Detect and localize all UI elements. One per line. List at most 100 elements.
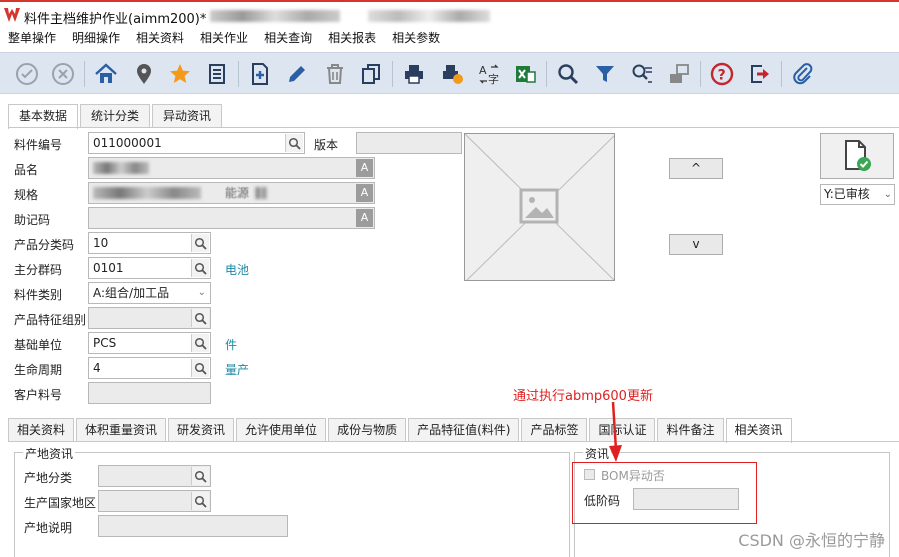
lookup-icon[interactable] [191, 234, 209, 252]
origin-class-field[interactable] [98, 465, 211, 487]
version-field[interactable] [356, 132, 462, 154]
home-icon[interactable] [92, 60, 120, 88]
origin-class-label: 产地分类 [24, 471, 73, 485]
chevron-down-icon[interactable]: ⌄ [884, 185, 892, 204]
status-value: Y:已审核 [824, 187, 870, 201]
search-icon[interactable] [554, 60, 582, 88]
lookup-icon[interactable] [191, 334, 209, 352]
menu-item[interactable]: 明细操作 [64, 28, 128, 50]
multilang-a-button[interactable]: A [356, 209, 373, 227]
name-field[interactable]: A [88, 157, 375, 179]
origin-desc-label: 产地说明 [24, 521, 73, 535]
star-icon[interactable] [166, 60, 194, 88]
customer-item-label: 客户料号 [14, 388, 63, 402]
tab-item-remarks[interactable]: 料件备注 [657, 418, 724, 442]
lookup-icon[interactable] [191, 492, 209, 510]
print-export-icon[interactable] [438, 60, 466, 88]
lookup-icon[interactable] [191, 467, 209, 485]
multilang-a-button[interactable]: A [356, 159, 373, 177]
exit-icon[interactable] [746, 60, 774, 88]
redacted-title-part [210, 10, 340, 22]
status-select[interactable]: Y:已审核 ⌄ [820, 184, 895, 205]
toolbar-separator [546, 61, 547, 87]
cancel-circle-icon[interactable] [49, 60, 77, 88]
product-class-value: 10 [93, 236, 109, 250]
prev-record-button[interactable]: ^ [669, 158, 723, 179]
item-image-placeholder[interactable] [464, 133, 615, 281]
help-icon[interactable]: ? [708, 60, 736, 88]
annotation-highlight-box [572, 462, 757, 524]
lookup-icon[interactable] [191, 359, 209, 377]
print-icon[interactable] [400, 60, 428, 88]
lookup-icon[interactable] [191, 309, 209, 327]
menu-item[interactable]: 相关报表 [320, 28, 384, 50]
location-pin-icon[interactable] [130, 60, 158, 88]
main-group-field[interactable]: 0101 [88, 257, 211, 279]
toolbar-separator [392, 61, 393, 87]
add-doc-icon[interactable] [246, 60, 274, 88]
tab-change-info[interactable]: 异动资讯 [152, 104, 223, 128]
lifecycle-field[interactable]: 4 [88, 357, 211, 379]
tab-related-info[interactable]: 相关资讯 [725, 418, 792, 443]
origin-group-title: 产地资讯 [23, 445, 76, 462]
tab-product-label[interactable]: 产品标签 [521, 418, 588, 442]
edit-pencil-icon[interactable] [283, 60, 311, 88]
save-disk-icon[interactable] [665, 60, 693, 88]
toolbar-separator [781, 61, 782, 87]
multilang-a-button[interactable]: A [356, 184, 373, 202]
country-field[interactable] [98, 490, 211, 512]
customer-item-field[interactable] [88, 382, 211, 404]
next-record-button[interactable]: v [669, 234, 723, 255]
origin-desc-field[interactable] [98, 515, 288, 537]
item-no-value: 011000001 [93, 136, 162, 150]
tab-related-data[interactable]: 相关资料 [8, 418, 75, 442]
name-label: 品名 [14, 163, 39, 177]
redacted-name [93, 162, 149, 174]
tab-basic-data[interactable]: 基本数据 [8, 104, 79, 129]
toolbar-separator [238, 61, 239, 87]
filter-icon[interactable] [591, 60, 619, 88]
menu-bar: 整单操作 明细操作 相关资料 相关作业 相关查询 相关报表 相关参数 [0, 28, 899, 50]
tab-rd-info[interactable]: 研发资讯 [168, 418, 235, 442]
approval-status-button[interactable] [820, 133, 894, 179]
tab-components[interactable]: 成份与物质 [328, 418, 407, 442]
lookup-icon[interactable] [285, 134, 303, 152]
svg-text:字: 字 [488, 72, 499, 86]
chevron-down-icon[interactable]: ⌄ [198, 283, 206, 303]
advanced-query-icon[interactable] [628, 60, 656, 88]
delete-trash-icon[interactable] [321, 60, 349, 88]
product-class-field[interactable]: 10 [88, 232, 211, 254]
base-unit-field[interactable]: PCS [88, 332, 211, 354]
copy-icon[interactable] [357, 60, 385, 88]
feature-group-field[interactable] [88, 307, 211, 329]
excel-export-icon[interactable] [511, 60, 539, 88]
mnemonic-label: 助记码 [14, 213, 51, 227]
toolbar-separator [700, 61, 701, 87]
menu-item[interactable]: 相关查询 [256, 28, 320, 50]
tab-feature-values[interactable]: 产品特征值(料件) [408, 418, 520, 442]
tab-allowed-units[interactable]: 允许使用单位 [236, 418, 327, 442]
menu-item[interactable]: 相关参数 [384, 28, 448, 50]
menu-item[interactable]: 相关资料 [128, 28, 192, 50]
attachment-icon[interactable] [789, 60, 817, 88]
lifecycle-value: 4 [93, 361, 101, 375]
translate-icon[interactable]: A字 [475, 60, 503, 88]
annotation-arrow-icon [609, 401, 622, 462]
document-list-icon[interactable] [203, 60, 231, 88]
item-no-field[interactable]: 011000001 [88, 132, 305, 154]
lookup-icon[interactable] [191, 259, 209, 277]
tab-volume-weight[interactable]: 体积重量资讯 [76, 418, 167, 442]
item-type-select[interactable]: A:组合/加工品 ⌄ [88, 282, 211, 304]
menu-item[interactable]: 相关作业 [192, 28, 256, 50]
main-group-desc: 电池 [225, 263, 250, 277]
redacted-title-part [368, 10, 490, 22]
toolbar: A字 ? [0, 52, 899, 94]
window-title: 料件主档维护作业(aimm200)* [24, 12, 207, 27]
check-circle-icon[interactable] [13, 60, 41, 88]
spec-field[interactable]: 能源 A [88, 182, 375, 204]
mnemonic-field[interactable]: A [88, 207, 375, 229]
base-unit-label: 基础单位 [14, 338, 63, 352]
redacted-spec [255, 187, 267, 199]
tab-statistics[interactable]: 统计分类 [80, 104, 151, 128]
menu-item[interactable]: 整单操作 [0, 28, 64, 50]
